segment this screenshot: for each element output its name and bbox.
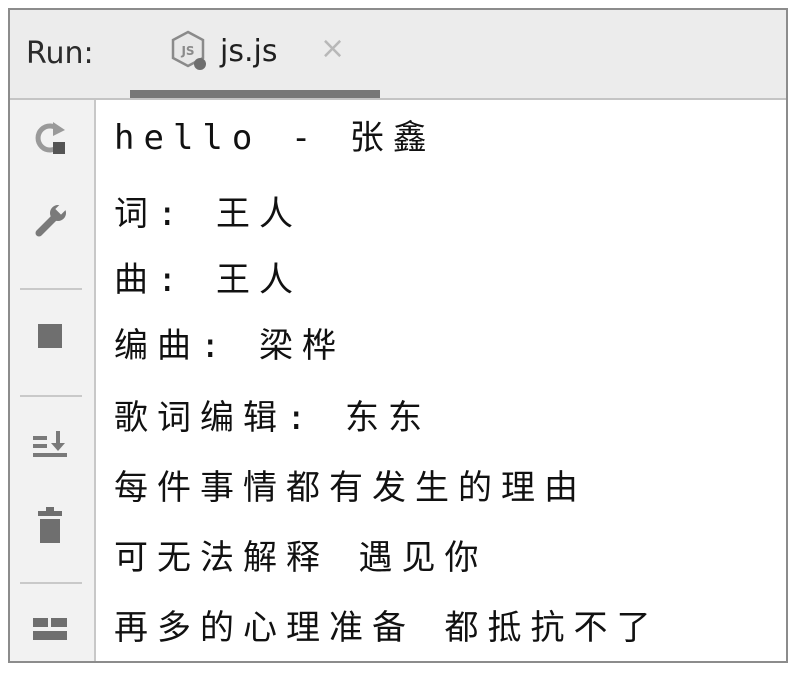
console-line: 词: 王人 — [114, 194, 302, 234]
trash-icon — [38, 507, 62, 543]
console-line: hello - 张鑫 — [114, 118, 436, 158]
console-line: 编曲: 梁桦 — [114, 326, 345, 366]
tab-js-file[interactable]: JS js.js × — [128, 10, 380, 98]
console-line: 再多的心理准备 都抵抗不了 — [114, 608, 660, 648]
svg-text:JS: JS — [180, 44, 194, 58]
run-tool-window: Run: JS js.js × hello - 张鑫 词: 王人 曲: 王人 编… — [8, 8, 788, 663]
active-tab-indicator — [130, 90, 380, 98]
scroll-to-end-button[interactable] — [20, 420, 80, 468]
tab-title: js.js — [220, 34, 278, 69]
rerun-button[interactable] — [20, 114, 80, 162]
wrench-icon — [35, 203, 67, 237]
stop-button[interactable] — [20, 312, 80, 360]
run-header: Run: JS js.js × — [10, 10, 786, 100]
rerun-icon — [35, 122, 65, 154]
layout-button[interactable] — [20, 605, 80, 653]
console-line: 每件事情都有发生的理由 — [114, 468, 587, 508]
nodejs-file-icon: JS — [170, 30, 210, 72]
run-label: Run: — [26, 36, 94, 71]
console-line: 曲: 王人 — [114, 260, 302, 300]
console-line: 可无法解释 遇见你 — [114, 538, 488, 578]
settings-button[interactable] — [20, 196, 80, 244]
close-icon[interactable]: × — [320, 34, 345, 64]
run-toolbar — [10, 100, 96, 661]
scroll-to-end-icon — [33, 431, 67, 457]
clear-console-button[interactable] — [20, 502, 80, 550]
console-line: 歌词编辑: 东东 — [114, 398, 431, 438]
layout-icon — [33, 618, 67, 640]
console-output[interactable]: hello - 张鑫 词: 王人 曲: 王人 编曲: 梁桦 歌词编辑: 东东 每… — [98, 100, 786, 661]
toolbar-separator — [20, 395, 82, 397]
toolbar-separator — [20, 288, 82, 290]
stop-icon — [38, 324, 62, 348]
toolbar-separator — [20, 582, 82, 584]
